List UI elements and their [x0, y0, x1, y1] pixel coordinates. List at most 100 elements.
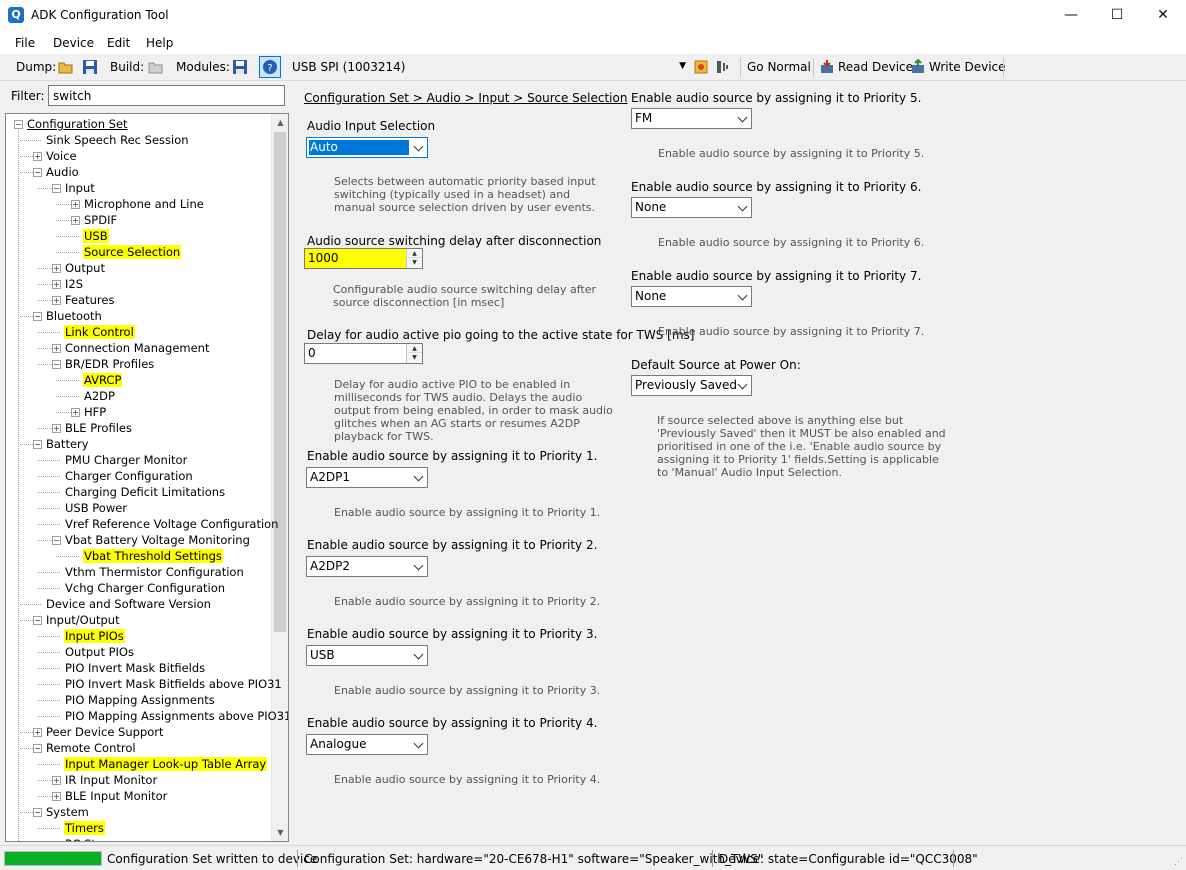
collapse-icon[interactable]: −	[52, 184, 61, 193]
modules-save-icon[interactable]	[232, 59, 248, 75]
collapse-icon[interactable]: −	[33, 168, 42, 177]
switching-delay-spinner[interactable]: 1000 ▲ ▼	[304, 248, 423, 269]
tree-item[interactable]: Device and Software Version	[45, 596, 212, 612]
tree-item[interactable]: USB Power	[64, 500, 128, 516]
tree-item[interactable]: RC St	[64, 836, 97, 841]
collapse-icon[interactable]: −	[52, 536, 61, 545]
menu-file[interactable]: File	[15, 36, 35, 50]
expand-icon[interactable]: +	[52, 280, 61, 289]
tree-item[interactable]: Input	[64, 180, 96, 196]
tree-item[interactable]: PIO Invert Mask Bitfields above PIO31	[64, 676, 283, 692]
write-device-button[interactable]: Write Device	[929, 60, 1006, 74]
audio-input-selection-select[interactable]: Auto	[306, 137, 428, 158]
tree-item[interactable]: SPDIF	[83, 212, 118, 228]
expand-icon[interactable]: +	[33, 728, 42, 737]
expand-icon[interactable]: +	[52, 264, 61, 273]
tree-item[interactable]: Input Manager Look-up Table Array	[64, 756, 268, 772]
spin-up-icon[interactable]: ▲	[407, 344, 422, 353]
menu-edit[interactable]: Edit	[107, 36, 130, 50]
priority-4-select[interactable]: Analogue	[306, 734, 428, 755]
device-select[interactable]: USB SPI (1003214) ▼	[288, 57, 690, 78]
tws-delay-spinner[interactable]: 0 ▲ ▼	[304, 343, 423, 364]
tree-item[interactable]: Voice	[45, 148, 78, 164]
collapse-icon[interactable]: −	[33, 808, 42, 817]
tree-item[interactable]: Vbat Threshold Settings	[83, 548, 223, 564]
priority-7-select[interactable]: None	[631, 286, 752, 307]
expand-icon[interactable]: +	[52, 792, 61, 801]
collapse-icon[interactable]: −	[33, 440, 42, 449]
tree-item[interactable]: Peer Device Support	[45, 724, 165, 740]
help-button[interactable]: ?	[259, 56, 281, 78]
expand-icon[interactable]: +	[52, 344, 61, 353]
minimize-button[interactable]: —	[1048, 0, 1094, 31]
tree-item[interactable]: Vthm Thermistor Configuration	[64, 564, 245, 580]
expand-icon[interactable]: +	[52, 776, 61, 785]
close-button[interactable]: ✕	[1140, 0, 1186, 31]
read-device-button[interactable]: Read Device	[838, 60, 913, 74]
tree-item[interactable]: Vref Reference Voltage Configuration	[64, 516, 279, 532]
expand-icon[interactable]: +	[52, 424, 61, 433]
collapse-icon[interactable]: −	[33, 744, 42, 753]
filter-input[interactable]	[48, 85, 285, 106]
tree-scrollbar[interactable]: ▲ ▼	[271, 114, 288, 841]
tree-item[interactable]: Charger Configuration	[64, 468, 194, 484]
tree-item[interactable]: System	[45, 804, 90, 820]
menu-help[interactable]: Help	[146, 36, 173, 50]
tree-item[interactable]: IR Input Monitor	[64, 772, 158, 788]
priority-6-select[interactable]: None	[631, 197, 752, 218]
collapse-icon[interactable]: −	[33, 312, 42, 321]
tree-item[interactable]: A2DP	[83, 388, 116, 404]
spin-down-icon[interactable]: ▼	[407, 258, 422, 267]
expand-icon[interactable]: +	[71, 216, 80, 225]
tree-item[interactable]: I2S	[64, 276, 84, 292]
tree-item[interactable]: Vchg Charger Configuration	[64, 580, 226, 596]
breadcrumb[interactable]: Configuration Set > Audio > Input > Sour…	[304, 91, 627, 105]
tree-item[interactable]: Battery	[45, 436, 90, 452]
tree-item[interactable]: PMU Charger Monitor	[64, 452, 188, 468]
go-normal-button[interactable]: Go Normal	[747, 60, 811, 74]
tree-item[interactable]: Remote Control	[45, 740, 137, 756]
tree-item[interactable]: PIO Invert Mask Bitfields	[64, 660, 206, 676]
collapse-icon[interactable]: −	[52, 360, 61, 369]
tree-item[interactable]: Link Control	[64, 324, 135, 340]
tree-item[interactable]: Microphone and Line	[83, 196, 205, 212]
tree-item[interactable]: BR/EDR Profiles	[64, 356, 155, 372]
priority-5-select[interactable]: FM	[631, 108, 752, 129]
tree-item[interactable]: Sink Speech Rec Session	[45, 132, 190, 148]
tree-item[interactable]: Features	[64, 292, 115, 308]
maximize-button[interactable]: ☐	[1094, 0, 1140, 31]
tree-item[interactable]: Output PIOs	[64, 644, 135, 660]
tree-root[interactable]: Configuration Set	[26, 116, 129, 132]
tree-item[interactable]: Audio	[45, 164, 80, 180]
tree-item[interactable]: PIO Mapping Assignments	[64, 692, 216, 708]
resize-grip-icon[interactable]: ⋰	[1174, 857, 1183, 867]
expand-icon[interactable]: +	[71, 200, 80, 209]
tree-item[interactable]: AVRCP	[83, 372, 123, 388]
scroll-up-icon[interactable]: ▲	[272, 114, 288, 131]
tree-item[interactable]: Source Selection	[83, 244, 182, 260]
tree-item[interactable]: BLE Input Monitor	[64, 788, 168, 804]
tree-item[interactable]: Timers	[64, 820, 105, 836]
tree-item[interactable]: Output	[64, 260, 106, 276]
expand-icon[interactable]: +	[52, 296, 61, 305]
spin-down-icon[interactable]: ▼	[407, 353, 422, 362]
open-folder-icon[interactable]	[58, 59, 74, 75]
scroll-down-icon[interactable]: ▼	[272, 824, 288, 841]
priority-3-select[interactable]: USB	[306, 645, 428, 666]
collapse-icon[interactable]: −	[14, 120, 23, 129]
expand-icon[interactable]: +	[33, 152, 42, 161]
tree-item[interactable]: BLE Profiles	[64, 420, 133, 436]
config-tree[interactable]: ▲ ▼ − Configuration Set Sink Speech Rec Se…	[5, 113, 289, 842]
priority-1-select[interactable]: A2DP1	[306, 467, 428, 488]
save-icon[interactable]	[82, 59, 98, 75]
tree-item[interactable]: PIO Mapping Assignments above PIO31	[64, 708, 288, 724]
scroll-thumb[interactable]	[274, 132, 286, 632]
tree-item[interactable]: Input PIOs	[64, 628, 125, 644]
build-folder-icon[interactable]	[148, 59, 164, 75]
tree-item[interactable]: Bluetooth	[45, 308, 103, 324]
spin-up-icon[interactable]: ▲	[407, 249, 422, 258]
reset-icon[interactable]	[714, 59, 730, 75]
tree-item[interactable]: Charging Deficit Limitations	[64, 484, 226, 500]
chip-icon[interactable]	[693, 59, 709, 75]
write-device-icon[interactable]	[910, 59, 926, 75]
